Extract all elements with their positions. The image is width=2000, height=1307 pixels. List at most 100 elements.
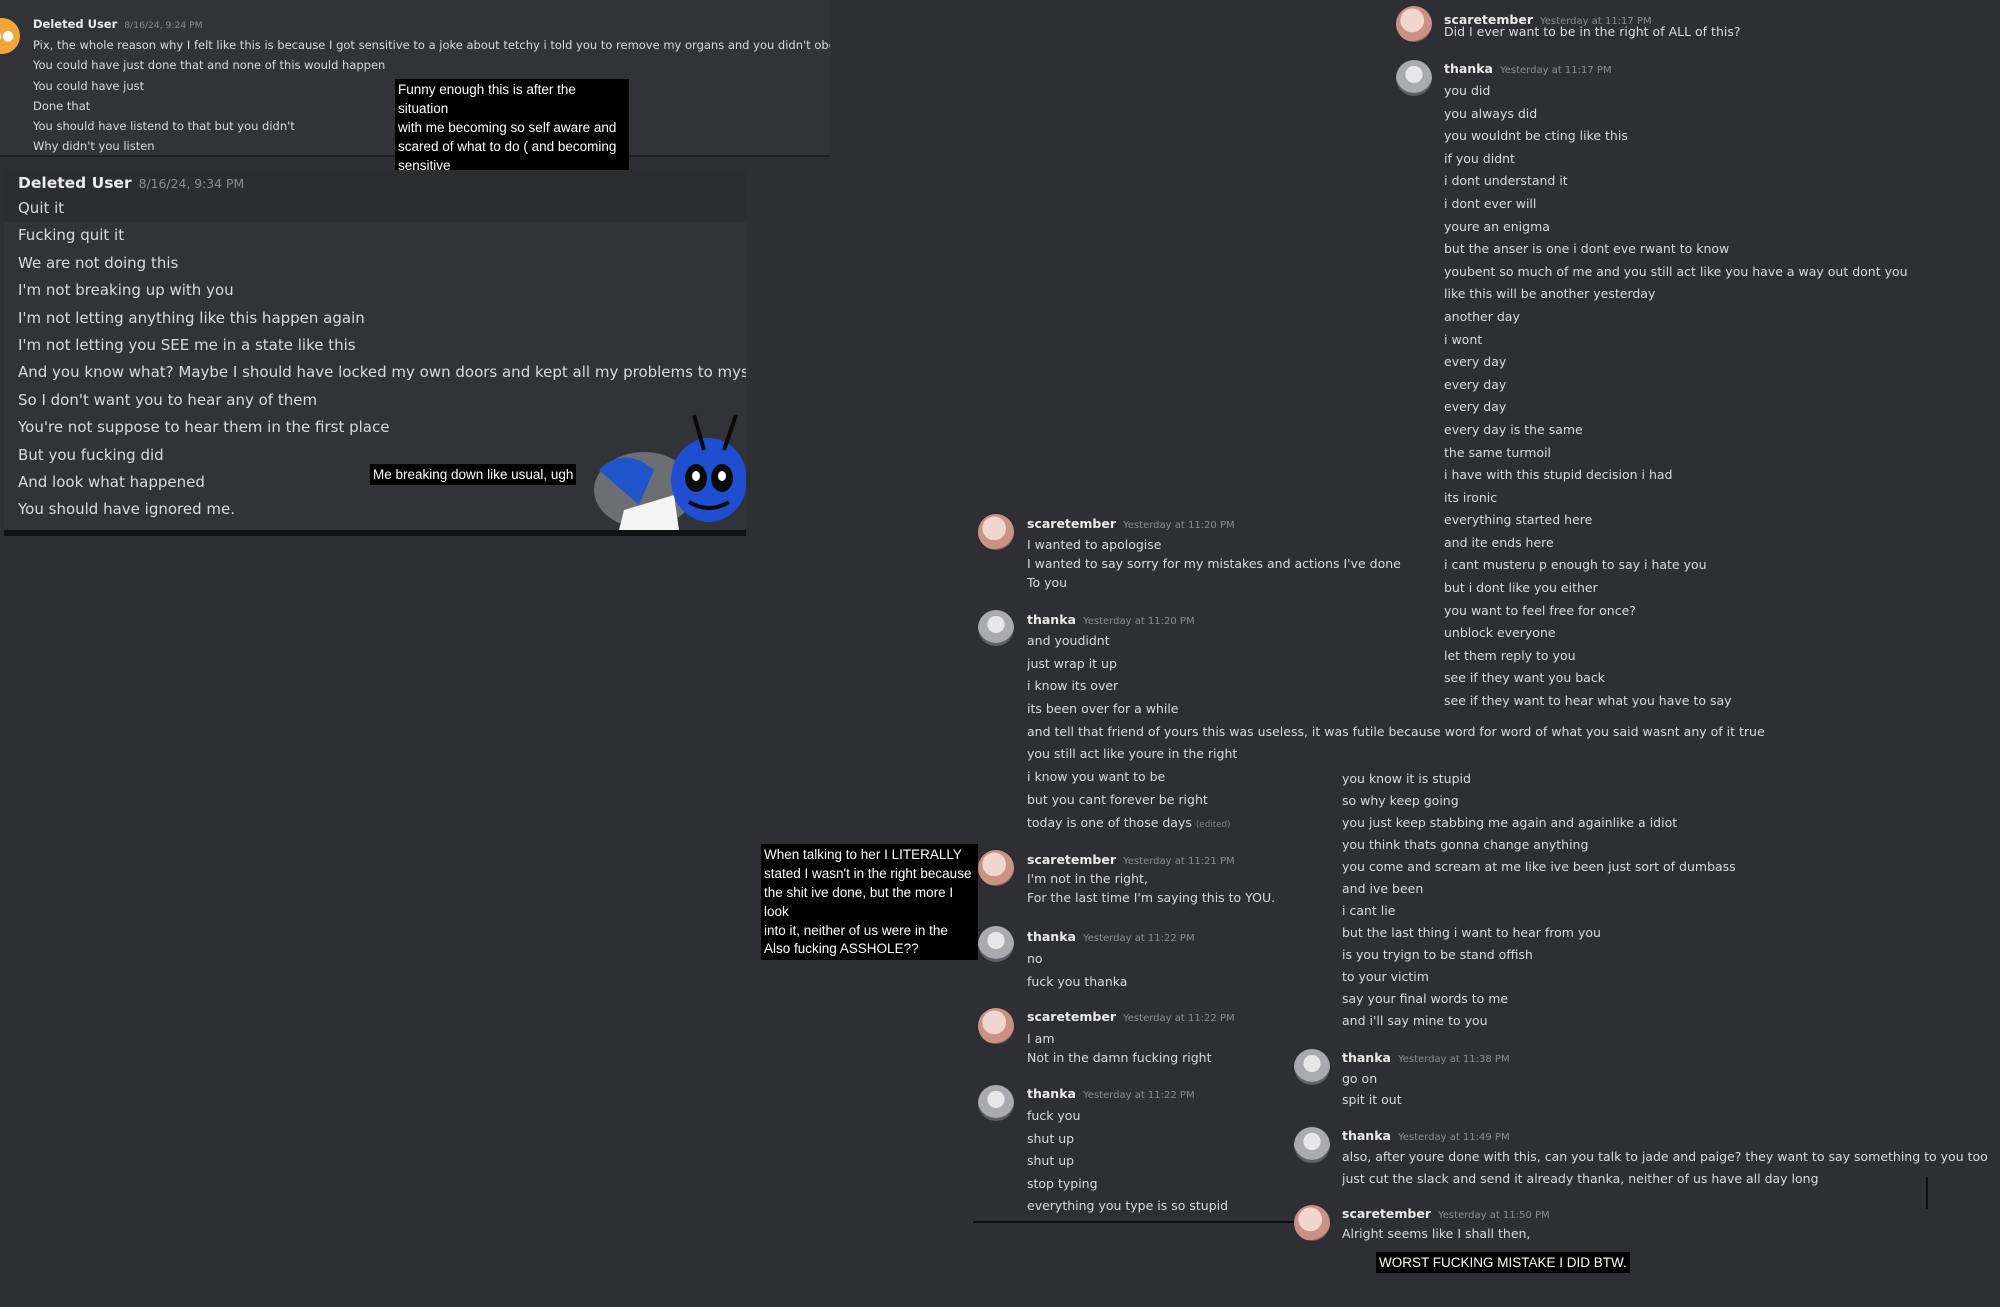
edited-tag: (edited) [1195, 819, 1231, 830]
author-name[interactable]: scaretember [1027, 852, 1116, 867]
message-header: thanka Yesterday at 11:49 PM [1342, 1128, 1510, 1143]
message-header: thanka Yesterday at 11:20 PM [1027, 612, 1195, 627]
profile-avatar-icon[interactable] [1294, 1127, 1330, 1163]
author-name[interactable]: Deleted User [18, 174, 132, 192]
message-line: to your victim [1342, 969, 1429, 984]
message-line: you think thats gonna change anything [1342, 837, 1589, 852]
message-line: Quit it [18, 199, 65, 217]
author-name[interactable]: scaretember [1342, 1206, 1431, 1221]
message-line: you wouldnt be cting like this [1444, 128, 1628, 144]
profile-avatar-icon[interactable] [978, 1008, 1014, 1044]
author-name[interactable]: thanka [1444, 61, 1493, 76]
message-timestamp: Yesterday at 11:38 PM [1397, 1054, 1510, 1065]
message-line: I'm not letting anything like this happe… [18, 308, 365, 327]
message-line: fuck you [1027, 1108, 1081, 1123]
message-line: you still act like youre in the right [1027, 746, 1238, 762]
message-body: I'm not in the right, For the last time I… [1027, 870, 1275, 907]
message-header: scaretember Yesterday at 11:20 PM [1027, 516, 1235, 531]
message-line: no [1027, 951, 1043, 966]
message-line: every day [1444, 399, 1507, 415]
message-body: fuck you shut up shut up stop typing everyth… [1027, 1105, 1228, 1218]
message-line: its ironic [1444, 489, 1498, 505]
author-name[interactable]: Deleted User [33, 17, 117, 31]
message-line: Pix, the whole reason why I felt like th… [33, 38, 830, 52]
message-line: the same turmoil [1444, 444, 1552, 460]
message-line: I wanted to say sorry for my mistakes an… [1027, 556, 1401, 571]
message-line: every day [1444, 376, 1507, 392]
profile-avatar-icon[interactable] [978, 514, 1014, 550]
message-body: Did I ever want to be in the right of AL… [1444, 22, 1741, 42]
author-name[interactable]: thanka [1027, 1086, 1076, 1101]
message-line: Fucking quit it [18, 226, 125, 245]
message-line: and youdidnt [1027, 633, 1110, 648]
message-line: say your final words to me [1342, 991, 1509, 1006]
divider [973, 1221, 1295, 1223]
profile-avatar-icon[interactable] [1294, 1205, 1330, 1241]
profile-avatar-icon[interactable] [1396, 60, 1432, 96]
message-timestamp: Yesterday at 11:49 PM [1397, 1132, 1510, 1143]
message-body: go on spit it out [1342, 1068, 1402, 1110]
message-line: shut up [1027, 1153, 1075, 1168]
author-name[interactable]: thanka [1342, 1128, 1391, 1143]
message-header: scaretember Yesterday at 11:50 PM [1342, 1206, 1550, 1221]
message-line: i know its over [1027, 678, 1119, 694]
message-line: also, after youre done with this, can yo… [1342, 1149, 1988, 1164]
message-line: youre an enigma [1444, 218, 1550, 234]
author-name[interactable]: scaretember [1027, 1009, 1116, 1024]
message-line: shut up [1027, 1130, 1075, 1146]
message-line: like this will be another yesterday [1444, 286, 1656, 302]
author-name[interactable]: thanka [1027, 929, 1076, 944]
message-line: and ive been [1342, 881, 1424, 896]
message-header: scaretember Yesterday at 11:21 PM [1027, 852, 1235, 867]
message-timestamp: Yesterday at 11:50 PM [1438, 1210, 1550, 1221]
message-line: go on [1342, 1071, 1378, 1086]
message-line: so why keep going [1342, 793, 1459, 808]
message-line: spit it out [1342, 1092, 1402, 1107]
message-body: I am Not in the damn fucking right [1027, 1029, 1212, 1067]
message-line: I'm not letting you SEE me in a state li… [18, 335, 356, 354]
scrollbar[interactable] [1926, 1177, 1928, 1209]
message-line: just cut the slack and send it already t… [1342, 1171, 1819, 1186]
message-line: every day is the same [1444, 421, 1583, 437]
author-name[interactable]: scaretember [1027, 516, 1116, 531]
message-line: you just keep stabbing me again and agai… [1342, 815, 1678, 830]
message-line: you want to feel free for once? [1444, 602, 1636, 618]
message-line: everything started here [1444, 512, 1593, 528]
profile-avatar-icon[interactable] [1294, 1049, 1330, 1085]
message-line: but the anser is one i dont eve rwant to… [1444, 241, 1730, 257]
profile-avatar-icon[interactable] [978, 610, 1014, 646]
profile-avatar-icon[interactable] [1396, 6, 1432, 42]
message-line: just wrap it up [1027, 655, 1117, 671]
caption-annotation: Also fucking ASSHOLE?? [761, 938, 922, 959]
message-timestamp: 8/16/24, 9:34 PM [138, 176, 245, 191]
author-name[interactable]: thanka [1027, 612, 1076, 627]
message-line: you did [1444, 83, 1491, 98]
profile-avatar-icon[interactable] [978, 926, 1014, 962]
message-line: i cant lie [1342, 903, 1396, 918]
message-body: I wanted to apologise I wanted to say sor… [1027, 535, 1401, 592]
message-line: To you [1027, 575, 1068, 590]
message-timestamp: Yesterday at 11:22 PM [1082, 1090, 1195, 1101]
message-body: also, after youre done with this, can yo… [1342, 1146, 1988, 1190]
message-header: thanka Yesterday at 11:22 PM [1027, 929, 1195, 944]
message-line: everything you type is so stupid [1027, 1198, 1229, 1213]
message-line: i have with this stupid decision i had [1444, 467, 1673, 483]
author-name[interactable]: thanka [1342, 1050, 1391, 1065]
message-line: I wanted to apologise [1027, 537, 1162, 552]
sticker-image [594, 414, 746, 530]
message-line: but i dont like you either [1444, 580, 1598, 596]
message-line: but the last thing i want to hear from y… [1342, 925, 1601, 940]
message-line: youbent so much of me and you still act … [1444, 263, 1908, 279]
message-header: Deleted User 8/16/24, 9:24 PM [33, 17, 203, 31]
message-body: no fuck you thanka [1027, 948, 1127, 993]
message-body: Alright seems like I shall then, [1342, 1224, 1530, 1244]
profile-avatar-icon[interactable] [978, 1085, 1014, 1121]
message-line: I am [1027, 1031, 1055, 1046]
message-line: I'm not breaking up with you [18, 281, 234, 300]
message-line: and tell that friend of yours this was u… [1027, 723, 1765, 739]
message-line: And you know what? Maybe I should have l… [18, 363, 746, 382]
caption-annotation: Funny enough this is after the situation… [395, 79, 629, 176]
message-line: stop typing [1027, 1175, 1098, 1191]
message-timestamp: Yesterday at 11:20 PM [1082, 616, 1195, 627]
profile-avatar-icon[interactable] [978, 850, 1014, 886]
